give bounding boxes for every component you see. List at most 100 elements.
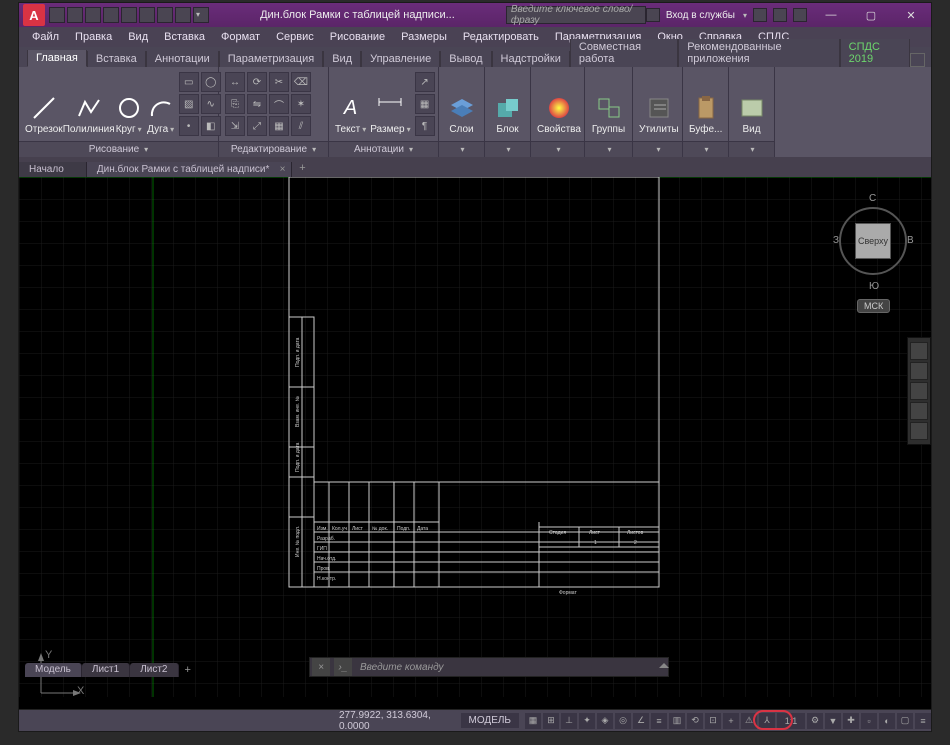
sb-hardware-icon[interactable]: ▫ [861, 713, 877, 729]
clipboard-button[interactable]: Буфе... [689, 73, 722, 135]
menu-dimensions[interactable]: Размеры [394, 30, 454, 44]
panel-draw-label[interactable]: Рисование [19, 141, 218, 157]
explode-icon[interactable]: ✶ [291, 94, 311, 114]
table-icon[interactable]: ▦ [415, 94, 435, 114]
new-tab-button[interactable]: + [292, 159, 312, 177]
cart-icon[interactable] [753, 8, 767, 22]
people-icon[interactable] [646, 8, 660, 22]
viewcube-west[interactable]: З [833, 235, 839, 246]
tab-parametric[interactable]: Параметризация [219, 51, 323, 67]
ellipse-icon[interactable]: ◯ [201, 72, 221, 92]
viewcube-top-face[interactable]: Сверху [855, 223, 891, 259]
block-button[interactable]: Блок [491, 73, 524, 135]
arc-button[interactable]: Дуга [147, 73, 175, 135]
sb-3dosnap-icon[interactable]: ⊡ [705, 713, 721, 729]
sb-iso-icon[interactable]: ◈ [597, 713, 613, 729]
sb-ortho-icon[interactable]: ⊥ [561, 713, 577, 729]
qat-saveas-icon[interactable] [103, 7, 119, 23]
sb-grid-icon[interactable]: ▦ [525, 713, 541, 729]
sb-polar-icon[interactable]: ✦ [579, 713, 595, 729]
cmdline-expand-icon[interactable] [659, 663, 669, 668]
sb-gear-icon[interactable]: ⚙ [807, 713, 823, 729]
menu-view[interactable]: Вид [121, 30, 155, 44]
tab-insert[interactable]: Вставка [87, 51, 146, 67]
nav-pan-icon[interactable] [910, 362, 928, 380]
polyline-button[interactable]: Полилиния [67, 73, 111, 135]
command-line[interactable]: × ›_ Введите команду [309, 657, 669, 677]
qat-redo-icon[interactable] [175, 7, 191, 23]
model-space-button[interactable]: МОДЕЛЬ [461, 713, 519, 728]
panel-clip-dd[interactable] [683, 141, 728, 157]
panel-layers-dd[interactable] [439, 141, 484, 157]
qat-save-icon[interactable] [85, 7, 101, 23]
viewcube-cs[interactable]: МСК [857, 299, 890, 313]
dimension-button[interactable]: Размер [370, 73, 410, 135]
maximize-button[interactable]: ▢ [851, 3, 891, 27]
qat-undo-icon[interactable] [157, 7, 173, 23]
panel-edit-label[interactable]: Редактирование [219, 141, 328, 157]
tab-manage[interactable]: Управление [361, 51, 440, 67]
sb-isolate-icon[interactable]: ◐ [879, 713, 895, 729]
doc-tab-start[interactable]: Начало [19, 162, 87, 177]
layers-button[interactable]: Слои [445, 73, 478, 135]
tab-home[interactable]: Главная [27, 50, 87, 67]
viewcube-east[interactable]: В [907, 235, 914, 246]
circle-button[interactable]: Круг [115, 73, 143, 135]
sb-transparency-icon[interactable]: ▥ [669, 713, 685, 729]
tab-addins[interactable]: Надстройки [492, 51, 570, 67]
sb-otrack-icon[interactable]: ∠ [633, 713, 649, 729]
layout-tab-sheet1[interactable]: Лист1 [82, 663, 130, 677]
tab-collab[interactable]: Совместная работа [570, 39, 678, 67]
mtext-icon[interactable]: ¶ [415, 116, 435, 136]
panel-block-dd[interactable] [485, 141, 530, 157]
properties-button[interactable]: Свойства [537, 73, 581, 135]
app-options-icon[interactable] [773, 8, 787, 22]
qat-more-icon[interactable] [193, 7, 209, 23]
cmdline-prompt-icon[interactable]: ›_ [334, 658, 352, 676]
array-icon[interactable]: ▦ [269, 116, 289, 136]
qat-new-icon[interactable] [49, 7, 65, 23]
layout-add-button[interactable]: + [179, 663, 197, 677]
menu-file[interactable]: Файл [25, 30, 66, 44]
drawing-canvas[interactable]: Изм. Кол.уч Лист № док. Подп. Дата Разра… [19, 177, 931, 709]
menu-service[interactable]: Сервис [269, 30, 321, 44]
qat-open-icon[interactable] [67, 7, 83, 23]
login-dropdown-icon[interactable] [741, 10, 747, 21]
tab-view[interactable]: Вид [323, 51, 361, 67]
ribbon-collapse-icon[interactable] [910, 53, 925, 67]
nav-showmotion-icon[interactable] [910, 422, 928, 440]
region-icon[interactable]: ◧ [201, 116, 221, 136]
scale-icon[interactable]: ⤢ [247, 116, 267, 136]
cmdline-close-icon[interactable]: × [312, 658, 330, 676]
login-label[interactable]: Вход в службы [666, 10, 735, 21]
panel-utils-dd[interactable] [633, 141, 682, 157]
fillet-icon[interactable]: ⌒ [269, 94, 289, 114]
rotate-icon[interactable]: ⟳ [247, 72, 267, 92]
nav-zoom-icon[interactable] [910, 382, 928, 400]
menu-format[interactable]: Формат [214, 30, 267, 44]
copy-icon[interactable]: ⎘ [225, 94, 245, 114]
menu-modify[interactable]: Редактировать [456, 30, 546, 44]
viewcube[interactable]: Сверху С Ю В З МСК [833, 189, 913, 299]
sb-customize-icon[interactable]: ≡ [915, 713, 931, 729]
spline-icon[interactable]: ∿ [201, 94, 221, 114]
sb-osnap-icon[interactable]: ◎ [615, 713, 631, 729]
menu-edit[interactable]: Правка [68, 30, 119, 44]
rect-icon[interactable]: ▭ [179, 72, 199, 92]
panel-groups-dd[interactable] [585, 141, 632, 157]
doc-tab-current[interactable]: Дин.блок Рамки с таблицей надписи*× [87, 162, 293, 177]
tab-featured[interactable]: Рекомендованные приложения [678, 39, 839, 67]
groups-button[interactable]: Группы [591, 73, 626, 135]
menu-draw[interactable]: Рисование [323, 30, 392, 44]
minimize-button[interactable]: — [811, 3, 851, 27]
trim-icon[interactable]: ✂ [269, 72, 289, 92]
app-icon[interactable]: A [23, 4, 45, 26]
leader-icon[interactable]: ↗ [415, 72, 435, 92]
sb-snap-icon[interactable]: ⊞ [543, 713, 559, 729]
erase-icon[interactable]: ⌫ [291, 72, 311, 92]
viewcube-north[interactable]: С [869, 193, 876, 204]
panel-view-dd[interactable] [729, 141, 774, 157]
tab-output[interactable]: Вывод [440, 51, 491, 67]
sb-annovisibility-icon[interactable]: ✚ [843, 713, 859, 729]
point-icon[interactable]: • [179, 116, 199, 136]
